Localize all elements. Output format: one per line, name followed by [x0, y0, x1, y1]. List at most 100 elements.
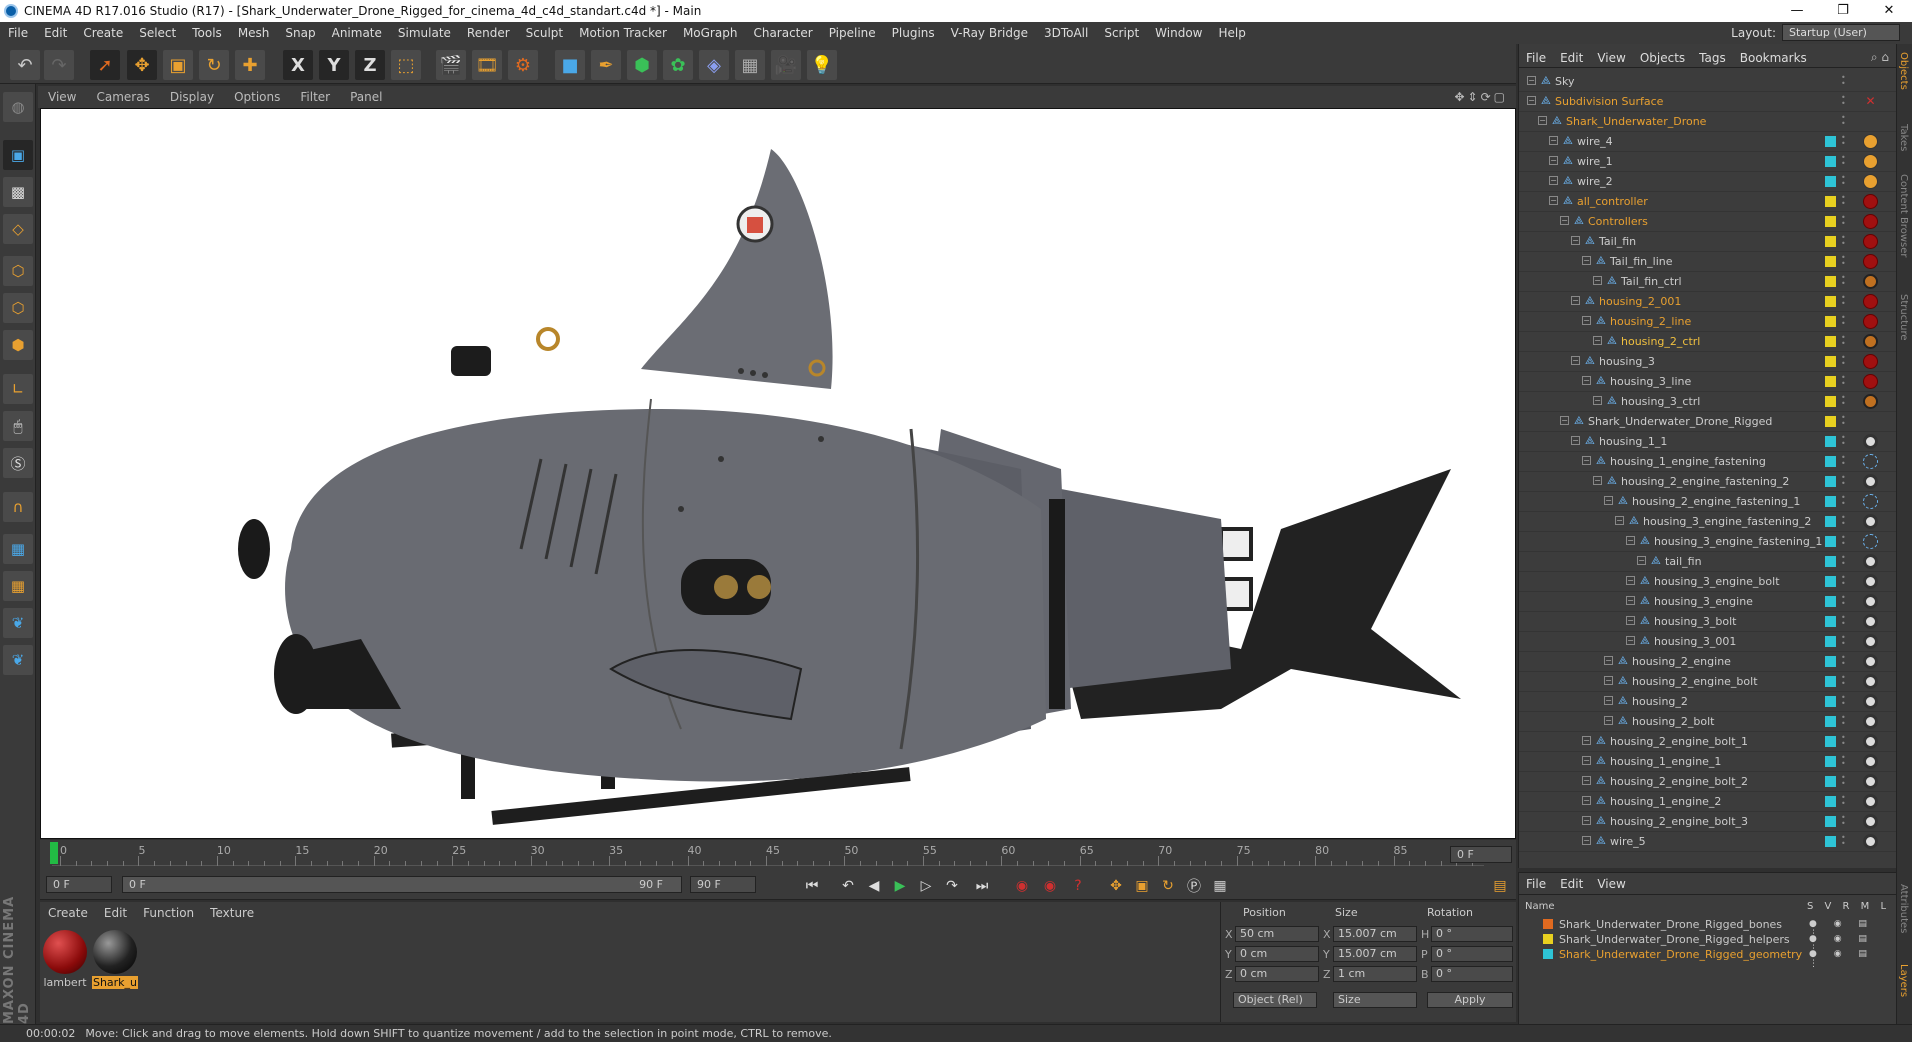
- object-row[interactable]: − ⟁ housing_3_bolt • •: [1519, 612, 1897, 632]
- camera-icon[interactable]: 🎥: [771, 50, 801, 80]
- layer-flags[interactable]: ● ◉ ▤ ⋮: [1809, 949, 1897, 969]
- visibility-dots-icon[interactable]: • •: [1841, 214, 1847, 228]
- layer-color-swatch[interactable]: [1825, 516, 1836, 527]
- layer-color-swatch[interactable]: [1825, 396, 1836, 407]
- size-x-field[interactable]: 15.007 cm: [1333, 926, 1417, 942]
- object-row[interactable]: − ⟁ all_controller • •: [1519, 192, 1897, 212]
- object-tag-icon[interactable]: [1863, 254, 1878, 269]
- z-axis-icon[interactable]: Z: [355, 50, 385, 80]
- object-tag-icon[interactable]: [1863, 734, 1878, 749]
- tab-content-browser[interactable]: Content Browser: [1898, 174, 1909, 257]
- object-tag-icon[interactable]: [1863, 594, 1878, 609]
- menu-render[interactable]: Render: [459, 26, 518, 40]
- current-frame-field[interactable]: 0 F: [1450, 846, 1512, 863]
- object-tag-icon[interactable]: ✕: [1863, 94, 1878, 109]
- range-slider[interactable]: 0 F 90 F: [122, 876, 682, 893]
- layer-color-swatch[interactable]: [1825, 576, 1836, 587]
- layer-color-swatch[interactable]: [1825, 616, 1836, 627]
- menu-help[interactable]: Help: [1210, 26, 1253, 40]
- object-tag-icon[interactable]: [1863, 374, 1878, 389]
- polygons-mode-icon[interactable]: ⬢: [3, 330, 33, 360]
- rotate-icon[interactable]: ↻: [199, 50, 229, 80]
- key-parameter-icon[interactable]: Ⓟ: [1182, 874, 1206, 898]
- object-row[interactable]: − ⟁ housing_1_engine_fastening • •: [1519, 452, 1897, 472]
- vp-menu-view[interactable]: View: [38, 90, 86, 104]
- deformer-icon[interactable]: ◈: [699, 50, 729, 80]
- expand-toggle-icon[interactable]: −: [1560, 216, 1569, 225]
- expand-toggle-icon[interactable]: −: [1549, 176, 1558, 185]
- visibility-dots-icon[interactable]: • •: [1841, 674, 1847, 688]
- object-row[interactable]: − ⟁ housing_2_engine_bolt_1 • •: [1519, 732, 1897, 752]
- expand-toggle-icon[interactable]: −: [1604, 496, 1613, 505]
- object-row[interactable]: − ⟁ wire_2 • •: [1519, 172, 1897, 192]
- expand-toggle-icon[interactable]: −: [1582, 836, 1591, 845]
- visibility-dots-icon[interactable]: • •: [1841, 594, 1847, 608]
- object-row[interactable]: − ⟁ housing_2_engine_bolt_3 • •: [1519, 812, 1897, 832]
- visibility-dots-icon[interactable]: • •: [1841, 74, 1847, 88]
- vp-menu-filter[interactable]: Filter: [290, 90, 340, 104]
- layer-color-swatch[interactable]: [1825, 376, 1836, 387]
- layer-color-swatch[interactable]: [1825, 316, 1836, 327]
- layer-color-swatch[interactable]: [1825, 796, 1836, 807]
- expand-toggle-icon[interactable]: −: [1538, 116, 1547, 125]
- close-button[interactable]: ✕: [1866, 0, 1912, 22]
- object-tag-icon[interactable]: [1863, 394, 1878, 409]
- object-tag-icon[interactable]: [1863, 274, 1878, 289]
- move-axis-icon[interactable]: ✚: [235, 50, 265, 80]
- obj-menu-tags[interactable]: Tags: [1692, 51, 1733, 65]
- layer-color-swatch[interactable]: [1825, 776, 1836, 787]
- y-axis-icon[interactable]: Y: [319, 50, 349, 80]
- layer-color-swatch[interactable]: [1825, 176, 1836, 187]
- record-keys-icon[interactable]: ◉: [1010, 874, 1034, 898]
- tab-takes[interactable]: Takes: [1898, 124, 1909, 151]
- layer-color-swatch[interactable]: [1825, 256, 1836, 267]
- end-frame-field[interactable]: 90 F: [690, 876, 756, 893]
- object-row[interactable]: − ⟁ housing_3_001 • •: [1519, 632, 1897, 652]
- expand-toggle-icon[interactable]: −: [1527, 96, 1536, 105]
- workplane-icon[interactable]: ▦: [3, 534, 33, 564]
- layer-row[interactable]: Shark_Underwater_Drone_Rigged_bones ● ◉ …: [1519, 917, 1897, 939]
- subdivision-icon[interactable]: ⬢: [627, 50, 657, 80]
- expand-toggle-icon[interactable]: −: [1527, 76, 1536, 85]
- object-tag-icon[interactable]: [1863, 694, 1878, 709]
- object-row[interactable]: − ⟁ Subdivision Surface • • ✕: [1519, 92, 1897, 112]
- start-frame-field[interactable]: 0 F: [46, 876, 112, 893]
- texture-mode-icon[interactable]: ▩: [3, 177, 33, 207]
- render-picture-viewer-icon[interactable]: 🎞: [472, 50, 502, 80]
- expand-toggle-icon[interactable]: −: [1626, 596, 1635, 605]
- object-row[interactable]: − ⟁ Shark_Underwater_Drone_Rigged • •: [1519, 412, 1897, 432]
- axis-mode-icon[interactable]: ∟: [3, 374, 33, 404]
- layer-color-swatch[interactable]: [1825, 156, 1836, 167]
- scale-icon[interactable]: ▣: [163, 50, 193, 80]
- cube-icon[interactable]: ■: [555, 50, 585, 80]
- obj-menu-bookmarks[interactable]: Bookmarks: [1733, 51, 1814, 65]
- object-tag-icon[interactable]: [1863, 614, 1878, 629]
- expand-toggle-icon[interactable]: −: [1571, 436, 1580, 445]
- live-select-icon[interactable]: ➚: [90, 50, 120, 80]
- expand-toggle-icon[interactable]: −: [1582, 316, 1591, 325]
- menu-create[interactable]: Create: [75, 26, 131, 40]
- visibility-dots-icon[interactable]: • •: [1841, 394, 1847, 408]
- object-row[interactable]: − ⟁ housing_3_engine_fastening_1 • •: [1519, 532, 1897, 552]
- visibility-dots-icon[interactable]: • •: [1841, 334, 1847, 348]
- vp-menu-options[interactable]: Options: [224, 90, 290, 104]
- expand-toggle-icon[interactable]: −: [1549, 156, 1558, 165]
- visibility-dots-icon[interactable]: • •: [1841, 274, 1847, 288]
- expand-toggle-icon[interactable]: −: [1637, 556, 1646, 565]
- menu-pipeline[interactable]: Pipeline: [821, 26, 884, 40]
- object-row[interactable]: − ⟁ housing_3_engine_bolt • •: [1519, 572, 1897, 592]
- visibility-dots-icon[interactable]: • •: [1841, 134, 1847, 148]
- object-row[interactable]: − ⟁ housing_3_engine • •: [1519, 592, 1897, 612]
- edges-mode-icon[interactable]: ⬡: [3, 293, 33, 323]
- menu-file[interactable]: File: [0, 26, 36, 40]
- object-row[interactable]: − ⟁ wire_1 • •: [1519, 152, 1897, 172]
- layer-menu-file[interactable]: File: [1519, 877, 1553, 891]
- expand-toggle-icon[interactable]: −: [1582, 736, 1591, 745]
- material-lambert[interactable]: lambert: [42, 930, 88, 989]
- visibility-dots-icon[interactable]: • •: [1841, 354, 1847, 368]
- expand-toggle-icon[interactable]: −: [1604, 716, 1613, 725]
- layer-color-swatch[interactable]: [1825, 336, 1836, 347]
- layer-color-swatch[interactable]: [1543, 949, 1553, 959]
- object-row[interactable]: − ⟁ Controllers • •: [1519, 212, 1897, 232]
- expand-toggle-icon[interactable]: −: [1571, 236, 1580, 245]
